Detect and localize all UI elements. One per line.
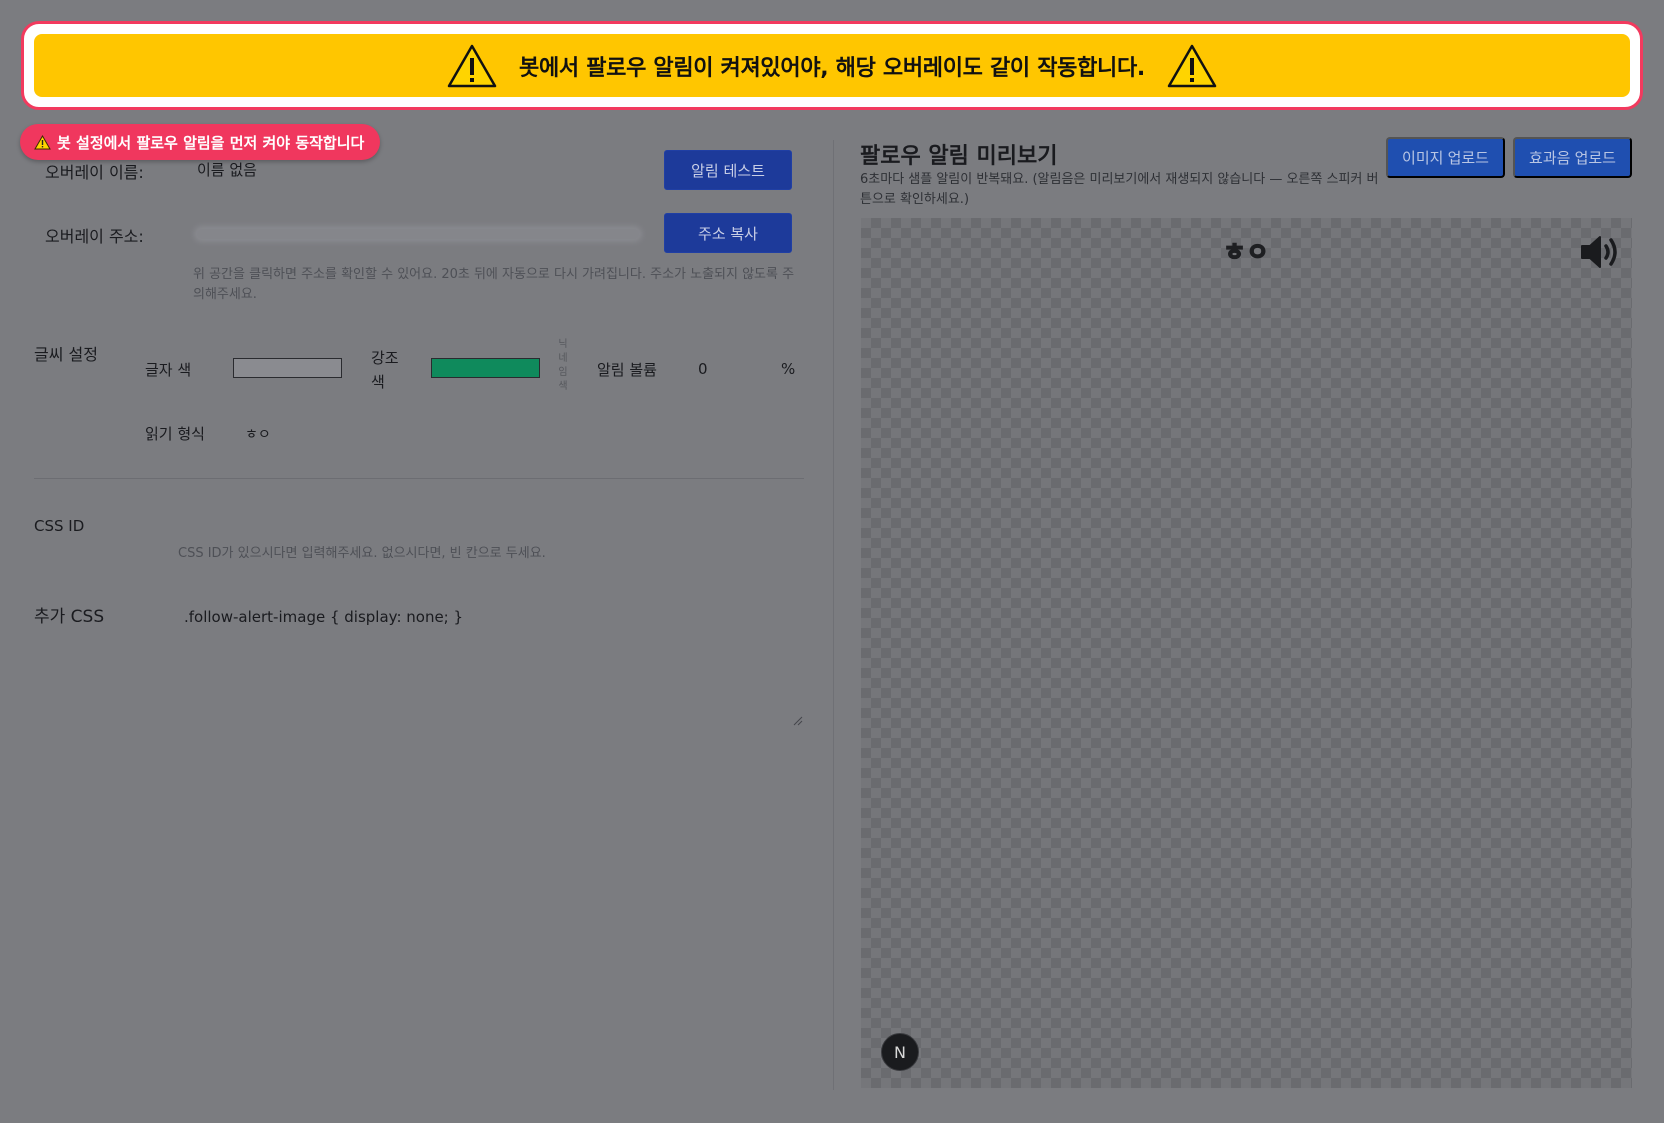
reading-format-label: 읽기 형식 — [145, 425, 205, 443]
preview-title: 팔로우 알림 미리보기 — [860, 144, 1058, 169]
text-color-label: 글자 색 — [145, 361, 192, 379]
nickname-color-char: 닉 — [558, 339, 568, 350]
nickname-color-char: 색 — [558, 381, 568, 392]
accent-color-label-line2: 색 — [371, 373, 385, 391]
nickname-color-char: 임 — [558, 367, 568, 378]
extra-css-textarea[interactable]: .follow-alert-image { display: none; } — [178, 596, 804, 728]
n-badge-button[interactable]: N — [881, 1033, 919, 1071]
warning-triangle-icon — [1167, 44, 1217, 87]
volume-unit: % — [781, 360, 796, 378]
css-id-input[interactable] — [178, 505, 804, 541]
panel-separator — [833, 140, 834, 1090]
bot-setting-notice-pill: 봇 설정에서 팔로우 알림을 먼저 켜야 동작합니다 — [20, 124, 381, 160]
css-id-label: CSS ID — [34, 517, 85, 535]
banner-message: 봇에서 팔로우 알림이 켜져있어야, 해당 오버레이도 같이 작동합니다. — [519, 55, 1145, 81]
extra-css-label: 추가 CSS — [34, 607, 105, 627]
section-divider — [34, 478, 804, 479]
warning-triangle-icon — [34, 134, 51, 149]
banner-body: 봇에서 팔로우 알림이 켜져있어야, 해당 오버레이도 같이 작동합니다. — [34, 34, 1630, 97]
overlay-name-label: 오버레이 이름: — [45, 163, 144, 182]
speaker-icon[interactable] — [1579, 232, 1621, 272]
image-upload-button[interactable]: 이미지 업로드 — [1386, 137, 1505, 178]
css-id-hint: CSS ID가 있으시다면 입력해주세요. 없으시다면, 빈 칸으로 두세요. — [178, 546, 546, 561]
overlay-settings-page: 봇에서 팔로우 알림이 켜져있어야, 해당 오버레이도 같이 작동합니다. 봇 … — [0, 0, 1664, 1123]
accent-color-swatch[interactable] — [431, 358, 540, 378]
notice-pill-text: 봇 설정에서 팔로우 알림을 먼저 켜야 동작합니다 — [57, 133, 365, 152]
preview-sample-text: ㅎㅇ — [1223, 237, 1270, 267]
warning-triangle-icon — [447, 44, 497, 87]
nickname-color-char: 네 — [558, 353, 568, 364]
overlay-address-label: 오버레이 주소: — [45, 227, 144, 246]
accent-color-label-line1: 강조 — [371, 349, 399, 367]
text-color-swatch[interactable] — [233, 358, 342, 378]
overlay-address-hidden-field[interactable] — [197, 229, 639, 239]
test-alert-button[interactable]: 알림 테스트 — [664, 150, 792, 190]
copy-address-button[interactable]: 주소 복사 — [664, 213, 792, 253]
overlay-name-value[interactable]: 이름 없음 — [197, 159, 257, 180]
resize-grip-icon[interactable] — [793, 716, 803, 726]
sound-upload-button[interactable]: 효과음 업로드 — [1513, 137, 1632, 178]
text-settings-label: 글씨 설정 — [34, 345, 98, 364]
follow-alert-warning-banner: 봇에서 팔로우 알림이 켜져있어야, 해당 오버레이도 같이 작동합니다. — [21, 21, 1643, 110]
reading-format-input[interactable]: ㅎㅇ — [245, 424, 271, 444]
preview-description: 6초마다 샘플 알림이 반복돼요. (알림음은 미리보기에서 재생되지 않습니다… — [860, 172, 1379, 207]
nickname-color-label: 닉 네 임 색 — [556, 338, 570, 394]
address-hint: 위 공간을 클릭하면 주소를 확인할 수 있어요. 20초 뒤에 자동으로 다시… — [193, 267, 795, 302]
alert-preview-canvas: ㅎㅇ N — [861, 218, 1632, 1088]
volume-label: 알림 볼륨 — [597, 361, 657, 379]
volume-input[interactable]: 0 — [698, 360, 708, 378]
